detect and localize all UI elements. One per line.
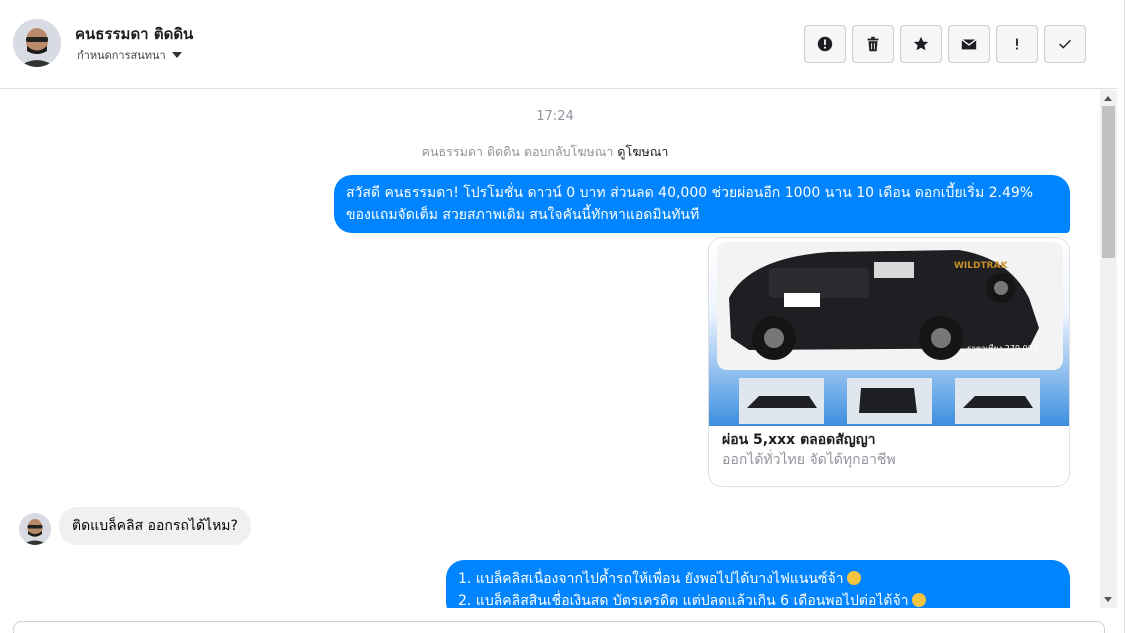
ad-reply-notice: คนธรรมดา ติดดิน ตอบกลับโฆษณา ดูโฆษณา xyxy=(0,142,1090,162)
check-icon xyxy=(1059,39,1071,49)
trash-icon xyxy=(867,36,879,52)
contact-name[interactable]: คนธรรมดา ติดดิน xyxy=(75,22,193,46)
alert-circle-button[interactable] xyxy=(804,25,846,63)
header-actions xyxy=(804,25,1086,63)
message-line: 2. แบล็คลิสสินเชื่อเงินสด บัตรเครดิต แต่… xyxy=(458,590,1058,608)
outgoing-message: สวัสดี คนธรรมดา! โปรโมชั่น ดาวน์ 0 บาท ส… xyxy=(334,175,1070,233)
ad-card[interactable]: WILDTRAK ราคาเพียง 279,000.- ผ่อน 5,xxx … xyxy=(708,237,1070,487)
exclamation-icon xyxy=(1016,38,1018,50)
star-button[interactable] xyxy=(900,25,942,63)
mark-done-button[interactable] xyxy=(1044,25,1086,63)
caret-down-icon xyxy=(171,52,182,58)
view-ad-link[interactable]: ดูโฆษณา xyxy=(617,144,668,159)
emoji-icon xyxy=(911,593,926,607)
message-line-text: 2. แบล็คลิสสินเชื่อเงินสด บัตรเครดิต แต่… xyxy=(458,593,909,608)
mark-unread-button[interactable] xyxy=(948,25,990,63)
ad-reply-text: คนธรรมดา ติดดิน ตอบกลับโฆษณา xyxy=(421,144,614,159)
star-icon xyxy=(913,36,929,51)
delete-button[interactable] xyxy=(852,25,894,63)
contact-avatar[interactable] xyxy=(13,19,61,67)
messenger-app: คนธรรมดา ติดดิน กำหนดการสนทนา 17:24 คนธร… xyxy=(0,0,1125,633)
incoming-message: ติดแบล็คลิส ออกรถได้ไหม? xyxy=(59,507,251,545)
scroll-up-icon[interactable] xyxy=(1104,96,1112,101)
envelope-icon xyxy=(961,38,977,50)
scrollbar-thumb[interactable] xyxy=(1102,106,1115,258)
sender-avatar xyxy=(19,513,51,545)
message-thread: 17:24 คนธรรมดา ติดดิน ตอบกลับโฆษณา ดูโฆษ… xyxy=(0,90,1100,608)
message-line-text: 1. แบล็คลิสเนื่องจากไปค้ำรถให้เพื่อน ยัง… xyxy=(458,571,844,587)
image-badge-text: WILDTRAK xyxy=(954,261,1009,271)
ad-card-subtitle: ออกได้ทั่วไทย จัดได้ทุกอาชีพ xyxy=(722,452,896,468)
assign-conversation-label: กำหนดการสนทนา xyxy=(77,49,166,62)
ad-card-image: WILDTRAK ราคาเพียง 279,000.- xyxy=(709,238,1069,426)
message-line: 1. แบล็คลิสเนื่องจากไปค้ำรถให้เพื่อน ยัง… xyxy=(458,568,1058,590)
assign-conversation-dropdown[interactable]: กำหนดการสนทนา xyxy=(77,46,182,64)
outgoing-message: 1. แบล็คลิสเนื่องจากไปค้ำรถให้เพื่อน ยัง… xyxy=(446,560,1070,608)
image-price-text: ราคาเพียง 279,000.- xyxy=(967,344,1043,353)
ad-card-title: ผ่อน 5,xxx ตลอดสัญญา xyxy=(722,432,876,448)
message-composer[interactable] xyxy=(13,621,1105,633)
message-timestamp: 17:24 xyxy=(536,109,574,124)
conversation-header: คนธรรมดา ติดดิน กำหนดการสนทนา xyxy=(0,0,1117,89)
spam-button[interactable] xyxy=(996,25,1038,63)
scroll-down-icon[interactable] xyxy=(1104,597,1112,602)
emoji-icon xyxy=(846,571,861,585)
thread-scrollbar[interactable] xyxy=(1100,90,1117,608)
alert-circle-icon xyxy=(817,36,833,52)
